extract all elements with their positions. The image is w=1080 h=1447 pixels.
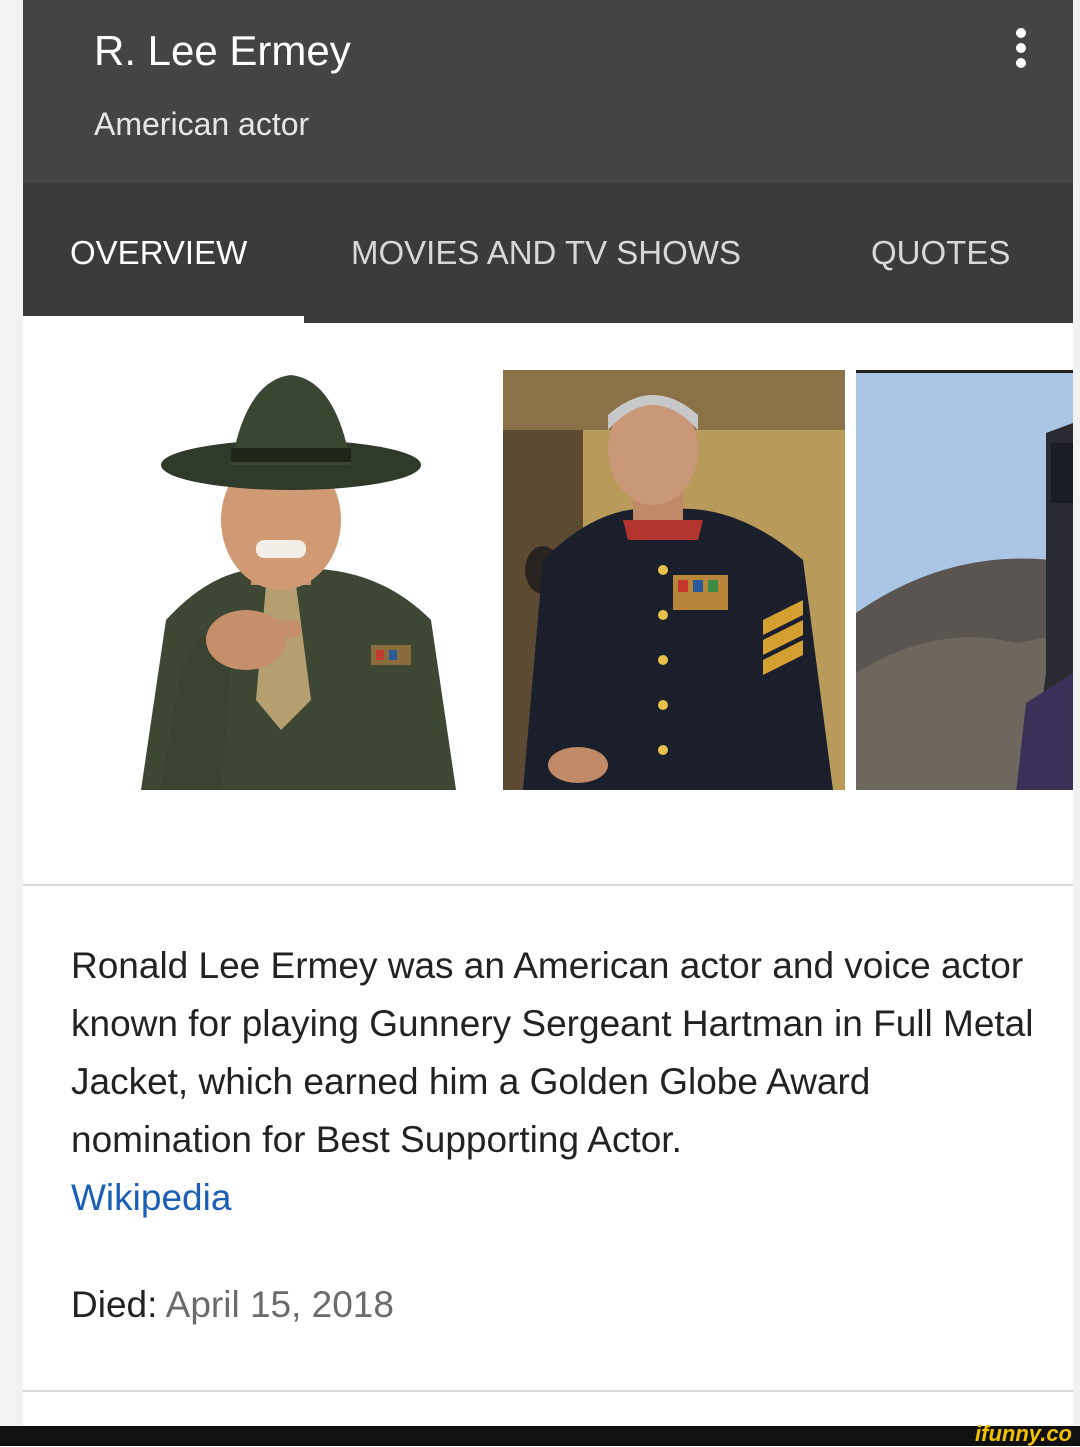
page-margin-left: [0, 0, 23, 1426]
entity-description: Ronald Lee Ermey was an American actor a…: [71, 937, 1051, 1227]
more-options-icon[interactable]: [1003, 26, 1039, 70]
died-label: Died:: [71, 1284, 158, 1325]
active-tab-indicator: [23, 316, 304, 323]
drill-instructor-photo[interactable]: [71, 370, 491, 790]
wikipedia-link[interactable]: Wikipedia: [71, 1177, 231, 1218]
died-fact: Died: April 15, 2018: [71, 1276, 394, 1334]
bottom-bar: [0, 1426, 1080, 1446]
ifunny-watermark: ifunny.co: [975, 1421, 1072, 1446]
tab-movies-and-tv-shows[interactable]: MOVIES AND TV SHOWS: [351, 233, 741, 273]
page-margin-right: [1073, 0, 1080, 1426]
tab-quotes[interactable]: QUOTES: [871, 233, 1010, 273]
dress-uniform-photo[interactable]: [503, 370, 845, 790]
tab-overview[interactable]: OVERVIEW: [70, 233, 247, 273]
description-text: Ronald Lee Ermey was an American actor a…: [71, 945, 1034, 1160]
died-value[interactable]: April 15, 2018: [166, 1284, 394, 1325]
film-still-photo[interactable]: [856, 370, 1073, 790]
section-divider-bottom: [23, 1390, 1073, 1392]
section-divider: [23, 884, 1073, 886]
entity-subtitle: American actor: [94, 106, 310, 142]
panel-header: R. Lee Ermey American actor: [23, 0, 1073, 183]
knowledge-panel: R. Lee Ermey American actor OVERVIEW MOV…: [23, 0, 1073, 1426]
entity-title: R. Lee Ermey: [94, 27, 351, 74]
tab-bar: OVERVIEW MOVIES AND TV SHOWS QUOTES: [23, 183, 1073, 323]
